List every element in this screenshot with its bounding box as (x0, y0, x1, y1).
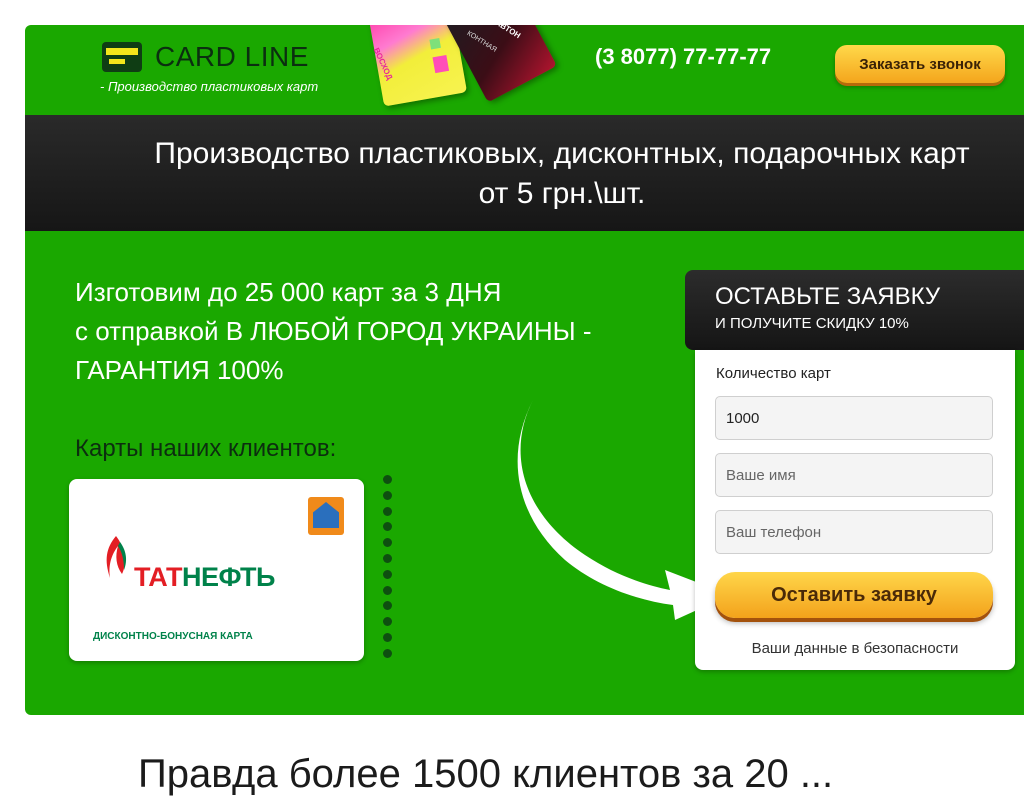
slider-dot[interactable] (383, 648, 392, 658)
flame-logo-icon (106, 536, 127, 578)
card-text: КОНТНАЯ (465, 30, 498, 54)
slider-dot[interactable] (383, 553, 392, 563)
order-call-button[interactable]: Заказать звонок (835, 45, 1005, 83)
logo-title[interactable]: CARD LINE (155, 41, 309, 73)
client-brand: ТАТНЕФТЬ (134, 562, 275, 593)
card-decor (432, 54, 450, 74)
header-cards-image: ВОСХОД АВТОН КОНТНАЯ (365, 25, 557, 110)
slider-dots[interactable] (383, 475, 393, 665)
promo-text: Изготовим до 25 000 карт за 3 ДНЯ с отпр… (75, 273, 592, 390)
card-decor (429, 37, 441, 50)
slider-dot[interactable] (383, 585, 392, 595)
name-field[interactable] (715, 453, 993, 497)
brand-part-red: ТАТ (134, 562, 182, 592)
promo-line: ГАРАНТИЯ 100% (75, 355, 284, 385)
section-headline-partial: Правда более 1500 клиентов за 20 ... (138, 752, 834, 796)
form-header: ОСТАВЬТЕ ЗАЯВКУ И ПОЛУЧИТЕ СКИДКУ 10% (685, 270, 1024, 350)
slider-dot[interactable] (383, 632, 392, 642)
card-caption: ДИСКОНТНО-БОНУСНАЯ КАРТА (93, 631, 253, 642)
brand-part-green: НЕФТЬ (181, 562, 275, 592)
slider-dot[interactable] (383, 601, 392, 611)
promo-line: Изготовим до 25 000 карт за 3 ДНЯ (75, 277, 502, 307)
house-logo-icon (308, 497, 344, 535)
form-subtitle: И ПОЛУЧИТЕ СКИДКУ 10% (715, 315, 909, 332)
card-logo-icon (102, 42, 142, 72)
slider-dot[interactable] (383, 617, 392, 627)
card-text: ВОСХОД (371, 46, 395, 82)
slider-dot[interactable] (383, 569, 392, 579)
slider-dot[interactable] (383, 490, 392, 500)
sample-card-yellow: ВОСХОД (366, 25, 468, 107)
client-card-tatneft[interactable]: ТАТНЕФТЬ ДИСКОНТНО-БОНУСНАЯ КАРТА (69, 479, 364, 661)
slider-dot[interactable] (383, 475, 392, 484)
slider-dot[interactable] (383, 522, 392, 532)
headline-line2: от 5 грн.\шт. (478, 177, 646, 210)
submit-request-button[interactable]: Оставить заявку (715, 572, 993, 618)
headline-line1: Производство пластиковых, дисконтных, по… (154, 137, 970, 170)
security-note: Ваши данные в безопасности (751, 640, 959, 657)
request-form: Количество карт Оставить заявку Ваши дан… (695, 350, 1015, 670)
logo-subtitle: - Производство пластиковых карт (100, 79, 319, 94)
card-text: АВТОН (493, 25, 523, 41)
house-roof (313, 502, 339, 528)
quantity-label: Количество карт (716, 365, 831, 382)
slider-dot[interactable] (383, 538, 392, 548)
logo-chip (109, 59, 125, 64)
slider-dot[interactable] (383, 506, 392, 516)
clients-label: Карты наших клиентов: (75, 435, 337, 462)
phone-field[interactable] (715, 510, 993, 554)
logo-stripe (106, 48, 138, 55)
phone-number[interactable]: (3 8077) 77-77-77 (595, 44, 771, 70)
quantity-field[interactable] (715, 396, 993, 440)
landing-section: CARD LINE - Производство пластиковых кар… (25, 25, 1024, 715)
headline-banner: Производство пластиковых, дисконтных, по… (25, 115, 1024, 231)
form-title: ОСТАВЬТЕ ЗАЯВКУ (715, 283, 941, 310)
promo-line: с отправкой В ЛЮБОЙ ГОРОД УКРАИНЫ - (75, 316, 592, 346)
